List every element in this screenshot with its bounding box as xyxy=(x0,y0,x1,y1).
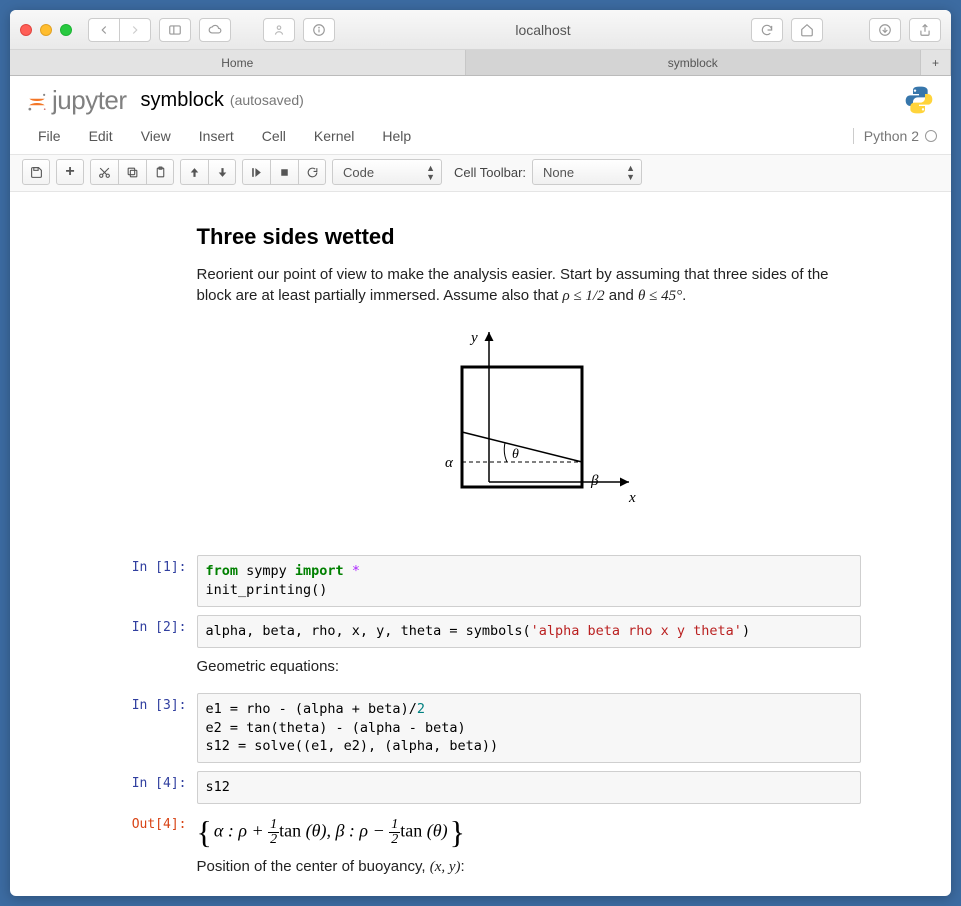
privacy-button[interactable] xyxy=(263,18,295,42)
run-group xyxy=(242,159,326,185)
in-prompt-4: In [4]: xyxy=(101,771,197,804)
markdown-cell-geom[interactable]: Geometric equations: xyxy=(101,656,861,685)
celltoolbar-select[interactable]: None ▲▼ xyxy=(532,159,642,185)
block-diagram-svg: x y θ α β xyxy=(419,327,639,517)
out-prompt-4: Out[4]: xyxy=(101,812,197,848)
kernel-indicator-icon xyxy=(925,130,937,142)
restart-button[interactable] xyxy=(298,159,326,185)
maximize-window-button[interactable] xyxy=(60,24,72,36)
reload-button[interactable] xyxy=(751,18,783,42)
output-4-math: { α : ρ + 12tan (θ), β : ρ − 12tan (θ) } xyxy=(197,816,861,848)
markdown-cell-centroid[interactable]: Position of the center of buoyancy, (x, … xyxy=(101,856,861,886)
code-cell-3[interactable]: In [3]: e1 = rho - (alpha + beta)/2 e2 =… xyxy=(101,693,861,764)
kernel-name[interactable]: Python 2 xyxy=(853,128,919,144)
output-4: { α : ρ + 12tan (θ), β : ρ − 12tan (θ) } xyxy=(197,812,861,848)
x-axis-label: x xyxy=(628,490,636,506)
code-cell-4[interactable]: In [4]: s12 xyxy=(101,771,861,804)
menu-cell[interactable]: Cell xyxy=(248,124,300,148)
close-window-button[interactable] xyxy=(20,24,32,36)
centroid-text: Position of the center of buoyancy, (x, … xyxy=(197,856,861,878)
new-tab-button[interactable]: + xyxy=(921,50,951,75)
in-prompt-1: In [1]: xyxy=(101,555,197,607)
celltoolbar-label: Cell Toolbar: xyxy=(454,165,526,180)
browser-window: localhost Home symblock + jupyter symblo… xyxy=(10,10,951,896)
browser-tabs: Home symblock + xyxy=(10,50,951,76)
output-cell-4: Out[4]: { α : ρ + 12tan (θ), β : ρ − 12t… xyxy=(101,812,861,848)
jupyter-header: jupyter symblock (autosaved) xyxy=(10,76,951,120)
share-button[interactable] xyxy=(909,18,941,42)
add-cell-button[interactable]: + xyxy=(56,159,84,185)
forward-button[interactable] xyxy=(119,18,151,42)
y-axis-label: y xyxy=(469,330,478,346)
celltype-select[interactable]: Code ▲▼ xyxy=(332,159,442,185)
paste-button[interactable] xyxy=(146,159,174,185)
menu-view[interactable]: View xyxy=(127,124,185,148)
theta-label: θ xyxy=(512,447,519,462)
beta-label: β xyxy=(590,473,599,489)
back-button[interactable] xyxy=(88,18,119,42)
titlebar: localhost xyxy=(10,10,951,50)
window-controls xyxy=(20,24,72,36)
run-button[interactable] xyxy=(242,159,270,185)
browser-tab-symblock[interactable]: symblock xyxy=(466,50,922,75)
menu-kernel[interactable]: Kernel xyxy=(300,124,368,148)
code-input-2[interactable]: alpha, beta, rho, x, y, theta = symbols(… xyxy=(197,615,861,648)
save-button[interactable] xyxy=(22,159,50,185)
code-cell-1[interactable]: In [1]: from sympy import * init_printin… xyxy=(101,555,861,607)
code-input-4[interactable]: s12 xyxy=(197,771,861,804)
menu-help[interactable]: Help xyxy=(368,124,425,148)
menu-file[interactable]: File xyxy=(24,124,75,148)
menu-edit[interactable]: Edit xyxy=(75,124,127,148)
address-bar[interactable]: localhost xyxy=(353,22,733,38)
copy-button[interactable] xyxy=(118,159,146,185)
jupyter-logo[interactable]: jupyter xyxy=(26,85,127,116)
markdown-body: Three sides wetted Reorient our point of… xyxy=(197,214,861,547)
cloud-button[interactable] xyxy=(199,18,231,42)
alpha-label: α xyxy=(445,455,454,471)
home-button[interactable] xyxy=(791,18,823,42)
toolbar: + Code ▲▼ Cell Toolbar: None ▲▼ xyxy=(10,155,951,192)
intro-text: Reorient our point of view to make the a… xyxy=(197,264,861,307)
diagram: x y θ α β xyxy=(197,327,861,517)
minimize-window-button[interactable] xyxy=(40,24,52,36)
jupyter-brand-text: jupyter xyxy=(52,85,127,116)
autosave-status: (autosaved) xyxy=(230,92,304,108)
markdown-cell[interactable]: Three sides wetted Reorient our point of… xyxy=(101,214,861,547)
in-prompt-2: In [2]: xyxy=(101,615,197,648)
nav-back-forward xyxy=(88,18,151,42)
menu-insert[interactable]: Insert xyxy=(185,124,248,148)
interrupt-button[interactable] xyxy=(270,159,298,185)
move-group xyxy=(180,159,236,185)
downloads-button[interactable] xyxy=(869,18,901,42)
sidebar-button[interactable] xyxy=(159,18,191,42)
heading: Three sides wetted xyxy=(197,224,861,250)
move-up-button[interactable] xyxy=(180,159,208,185)
cut-copy-paste-group xyxy=(90,159,174,185)
code-input-3[interactable]: e1 = rho - (alpha + beta)/2 e2 = tan(the… xyxy=(197,693,861,764)
info-button[interactable] xyxy=(303,18,335,42)
in-prompt-3: In [3]: xyxy=(101,693,197,764)
geom-text: Geometric equations: xyxy=(197,656,861,677)
code-input-1[interactable]: from sympy import * init_printing() xyxy=(197,555,861,607)
prompt-empty xyxy=(101,214,197,547)
cut-button[interactable] xyxy=(90,159,118,185)
notebook-area[interactable]: Three sides wetted Reorient our point of… xyxy=(10,192,951,896)
browser-tab-home[interactable]: Home xyxy=(10,50,466,75)
notebook-title[interactable]: symblock xyxy=(141,89,224,112)
menubar: File Edit View Insert Cell Kernel Help P… xyxy=(10,120,951,155)
code-cell-2[interactable]: In [2]: alpha, beta, rho, x, y, theta = … xyxy=(101,615,861,648)
notebook: Three sides wetted Reorient our point of… xyxy=(101,192,861,896)
python-logo-icon xyxy=(903,84,935,116)
move-down-button[interactable] xyxy=(208,159,236,185)
jupyter-logo-icon xyxy=(26,89,48,111)
